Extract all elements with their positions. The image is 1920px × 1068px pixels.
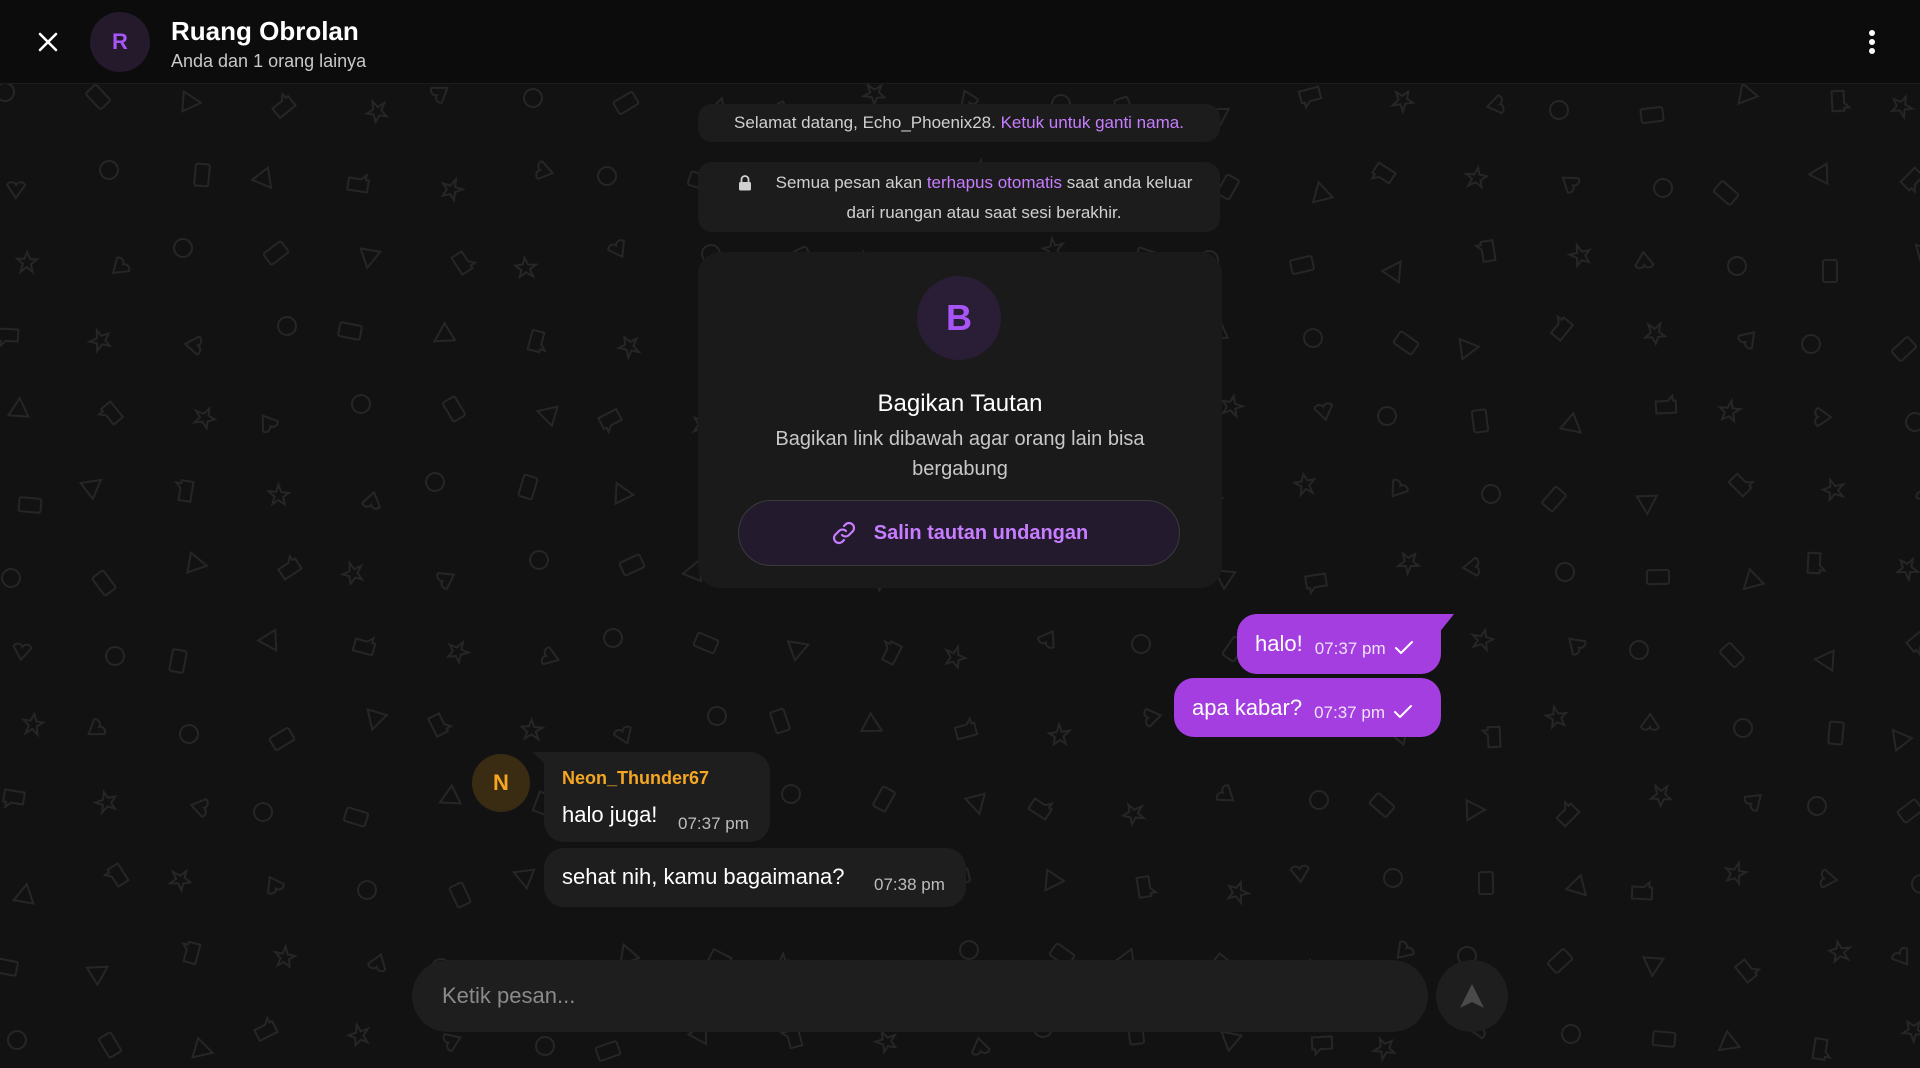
welcome-text: Selamat datang, Echo_Phoenix28.	[734, 113, 996, 132]
close-button[interactable]	[28, 24, 68, 60]
more-options-button[interactable]	[1852, 22, 1892, 62]
copy-invite-link-button[interactable]: Salin tautan undangan	[738, 500, 1180, 566]
chat-header: R Ruang Obrolan Anda dan 1 orang lainya	[0, 0, 1920, 84]
bubble-tail	[1432, 614, 1454, 634]
message-text: apa kabar?	[1192, 694, 1303, 720]
outgoing-message[interactable]: halo! 07:37 pm	[1237, 614, 1441, 674]
close-icon	[38, 32, 58, 52]
sender-avatar: N	[472, 754, 530, 812]
lock-icon	[739, 175, 751, 191]
bubble-tail	[532, 752, 554, 772]
send-button[interactable]	[1436, 960, 1508, 1032]
room-title: Ruang Obrolan	[171, 16, 359, 46]
message-input[interactable]	[412, 960, 1428, 1032]
invite-card: B Bagikan Tautan Bagikan link dibawah ag…	[698, 252, 1222, 588]
room-avatar: R	[90, 12, 150, 72]
outgoing-message[interactable]: apa kabar? 07:37 pm	[1174, 678, 1441, 737]
invite-title: Bagikan Tautan	[877, 390, 1043, 417]
copy-invite-link-label: Salin tautan undangan	[873, 521, 1089, 544]
welcome-notice: Selamat datang, Echo_Phoenix28. Ketuk un…	[698, 104, 1220, 142]
check-icon	[1394, 641, 1413, 654]
invite-description: Bagikan link dibawah agar orang lain bis…	[775, 428, 1145, 480]
link-icon	[832, 521, 855, 545]
incoming-message[interactable]: halo juga! 07:37 pm	[544, 752, 770, 842]
rename-link[interactable]: Ketuk untuk ganti nama.	[1001, 113, 1184, 133]
message-time: 07:37 pm	[1314, 702, 1385, 722]
incoming-message[interactable]: sehat nih, kamu bagaimana? 07:38 pm	[544, 848, 966, 907]
check-icon	[1393, 704, 1412, 718]
message-text: sehat nih, kamu bagaimana?	[562, 864, 845, 889]
sender-name: Neon_Thunder67	[562, 768, 710, 788]
notice-text-before: Semua pesan akan	[775, 173, 927, 192]
invite-avatar: B	[917, 276, 1001, 360]
room-subtitle: Anda dan 1 orang lainya	[171, 51, 367, 71]
auto-delete-notice: Semua pesan akan terhapus otomatis saat …	[698, 162, 1220, 232]
notice-highlight: terhapus otomatis	[926, 173, 1062, 192]
message-text: halo juga!	[562, 802, 658, 827]
message-time: 07:37 pm	[678, 814, 749, 833]
message-text: halo!	[1255, 631, 1303, 656]
send-icon	[1460, 984, 1484, 1008]
more-vertical-icon	[1869, 30, 1875, 54]
message-time: 07:37 pm	[1314, 639, 1386, 658]
message-time: 07:38 pm	[874, 875, 945, 894]
